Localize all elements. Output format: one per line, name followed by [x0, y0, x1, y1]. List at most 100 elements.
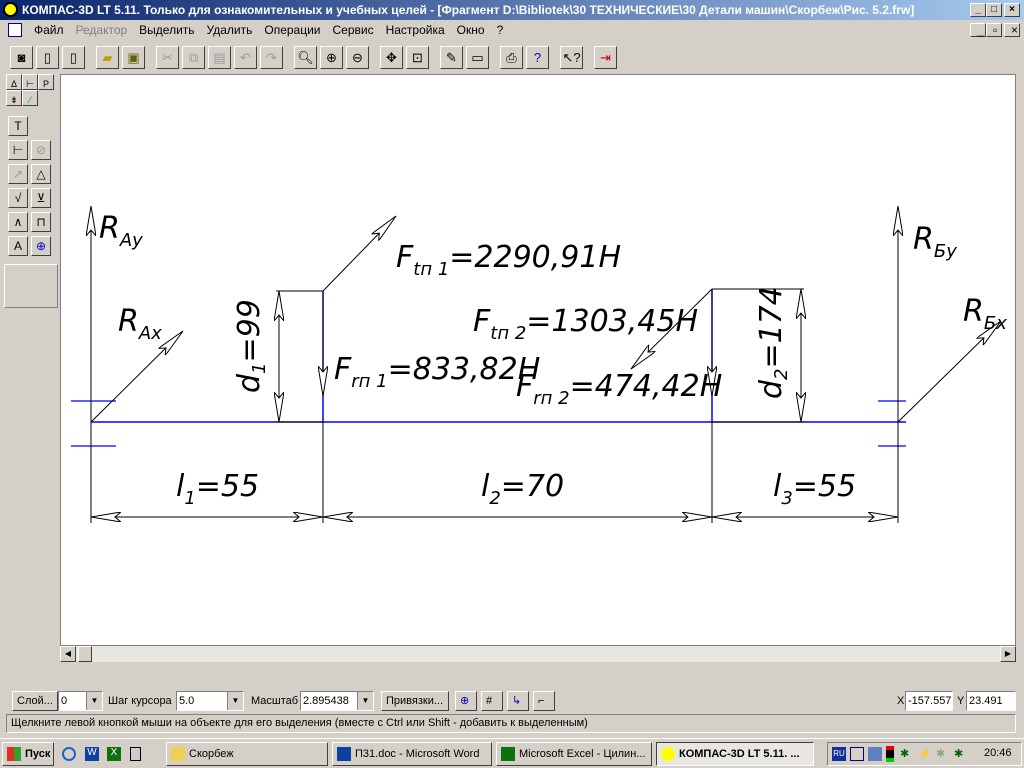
param-tab-icon[interactable]: P: [38, 74, 54, 90]
ie-icon[interactable]: [62, 747, 76, 761]
context-help-icon[interactable]: ↖?: [560, 45, 583, 69]
drawing: RAy RAx RБy RБx Ftп 1=2290,91H Frп 1=833…: [71, 206, 1007, 523]
y-coordinate[interactable]: 23.491: [966, 691, 1016, 711]
d1-label: d1=99: [232, 299, 270, 393]
layer-select[interactable]: 0 ▼: [58, 691, 103, 711]
menu-help[interactable]: ?: [491, 23, 510, 37]
doc-minimize-button[interactable]: _: [970, 23, 986, 37]
tray-app-icon[interactable]: [850, 747, 864, 761]
dimension-tab-icon[interactable]: ⊢: [22, 74, 38, 90]
geometry-tab-icon[interactable]: Δ: [6, 74, 22, 90]
clock[interactable]: 20:46: [984, 747, 1012, 759]
undo-icon[interactable]: ↶: [234, 45, 257, 69]
snap-toggle-icon[interactable]: ⊕: [455, 691, 477, 711]
excel-icon[interactable]: X: [107, 747, 121, 761]
traffic-light-icon[interactable]: [886, 746, 894, 762]
language-indicator[interactable]: RU: [832, 747, 846, 761]
menu-operations[interactable]: Операции: [258, 23, 326, 37]
measure-tab-icon[interactable]: ⁄: [22, 90, 38, 106]
horizontal-scrollbar[interactable]: ◀ ▶: [60, 646, 1016, 662]
cut-icon[interactable]: ✂: [156, 45, 179, 69]
scroll-thumb[interactable]: [78, 646, 92, 662]
l2-label: l2=70: [481, 469, 564, 509]
center-mark-icon[interactable]: ⊕: [31, 236, 51, 256]
start-button[interactable]: Пуск: [2, 742, 54, 766]
edit-tab-icon[interactable]: ⇟: [6, 90, 22, 106]
save-icon[interactable]: ▣: [122, 45, 145, 69]
zoom-icon[interactable]: 🔍︎: [294, 45, 317, 69]
rby-label: RБy: [913, 222, 957, 262]
panel-icon[interactable]: ▭: [466, 45, 489, 69]
roughness-icon[interactable]: √: [8, 188, 28, 208]
snap-button[interactable]: Привязки...: [381, 691, 449, 711]
menu-settings[interactable]: Настройка: [380, 23, 451, 37]
base-icon[interactable]: ⊻: [31, 188, 51, 208]
taskbar: Пуск W X Скорбеж П31.doc - Microsoft Wor…: [0, 738, 1024, 768]
chevron-down-icon[interactable]: ▼: [357, 692, 373, 710]
doc-restore-button[interactable]: ▫: [986, 23, 1002, 37]
new-fragment-icon[interactable]: ▯: [62, 45, 85, 69]
drawing-canvas[interactable]: RAy RAx RБy RБx Ftп 1=2290,91H Frп 1=833…: [60, 74, 1016, 646]
x-label: X: [897, 695, 905, 707]
zoom-all-icon[interactable]: ⊡: [406, 45, 429, 69]
maximize-button[interactable]: □: [986, 3, 1002, 17]
tray-gear-icon[interactable]: ✱: [936, 747, 950, 761]
menu-select[interactable]: Выделить: [133, 23, 200, 37]
system-tray: RU ✱ ⚡ ✱ ✱ 20:46: [827, 742, 1022, 766]
menu-service[interactable]: Сервис: [327, 23, 380, 37]
open-icon[interactable]: ▰: [96, 45, 119, 69]
paste-icon[interactable]: ▤: [208, 45, 231, 69]
menu-delete[interactable]: Удалить: [201, 23, 259, 37]
doc-close-button[interactable]: ×: [1004, 23, 1020, 37]
step-select[interactable]: 5.0 ▼: [176, 691, 244, 711]
power-icon[interactable]: ⚡: [918, 747, 932, 761]
menu-editor[interactable]: Редактор: [70, 23, 134, 37]
task-excel[interactable]: Microsoft Excel - Цилин...: [496, 742, 652, 766]
ortho-icon[interactable]: ⌐: [533, 691, 555, 711]
text-tool-icon[interactable]: T: [8, 116, 28, 136]
network-icon[interactable]: [868, 747, 882, 761]
diameter-dim-icon[interactable]: ⊘: [31, 140, 51, 160]
scroll-right-button[interactable]: ▶: [1000, 646, 1016, 662]
copy-icon[interactable]: ⧉: [182, 45, 205, 69]
task-skorbezh[interactable]: Скорбеж: [166, 742, 328, 766]
chevron-down-icon[interactable]: ▼: [86, 692, 102, 710]
layer-button[interactable]: Слой...: [12, 691, 58, 711]
exit-icon[interactable]: ⇥: [594, 45, 617, 69]
linear-dim-icon[interactable]: ⊢: [8, 140, 28, 160]
control-bar: Слой... 0 ▼ Шаг курсора 5.0 ▼ Масштаб 2.89…: [0, 689, 1024, 713]
local-cs-icon[interactable]: ↳: [507, 691, 529, 711]
close-button[interactable]: ×: [1004, 3, 1020, 17]
task-kompas[interactable]: КОМПАС-3D LT 5.11. ...: [656, 742, 814, 766]
angle-dim-icon[interactable]: △: [31, 164, 51, 184]
ft1-arrow: [322, 216, 396, 292]
radius-dim-icon[interactable]: ↗: [8, 164, 28, 184]
print-preview-icon[interactable]: ⎙: [500, 45, 523, 69]
document-icon[interactable]: [8, 23, 22, 37]
tolerance-icon[interactable]: ⊓: [31, 212, 51, 232]
scale-select[interactable]: 2.895438 ▼: [300, 691, 374, 711]
calculator-icon[interactable]: [130, 747, 141, 761]
new-model-icon[interactable]: ◙: [10, 45, 33, 69]
word-icon[interactable]: W: [85, 747, 99, 761]
task-word[interactable]: П31.doc - Microsoft Word: [332, 742, 492, 766]
grid-icon[interactable]: #: [481, 691, 503, 711]
zoom-out-icon[interactable]: ⊖: [346, 45, 369, 69]
print-icon[interactable]: ?: [526, 45, 549, 69]
redo-icon[interactable]: ↷: [260, 45, 283, 69]
chevron-down-icon[interactable]: ▼: [227, 692, 243, 710]
zoom-in-icon[interactable]: ⊕: [320, 45, 343, 69]
position-icon[interactable]: A: [8, 236, 28, 256]
minimize-button[interactable]: _: [970, 3, 986, 17]
leader-icon[interactable]: ∧: [8, 212, 28, 232]
pan-icon[interactable]: ✥: [380, 45, 403, 69]
bug-icon[interactable]: ✱: [954, 747, 968, 761]
menu-file[interactable]: Файл: [28, 23, 70, 37]
x-coordinate[interactable]: -157.557: [905, 691, 953, 711]
antivirus-icon[interactable]: ✱: [900, 747, 914, 761]
edit-pencil-icon[interactable]: ✎: [440, 45, 463, 69]
menu-window[interactable]: Окно: [451, 23, 491, 37]
scroll-left-button[interactable]: ◀: [60, 646, 76, 662]
new-sheet-icon[interactable]: ▯: [36, 45, 59, 69]
bearing-b: [878, 400, 906, 447]
